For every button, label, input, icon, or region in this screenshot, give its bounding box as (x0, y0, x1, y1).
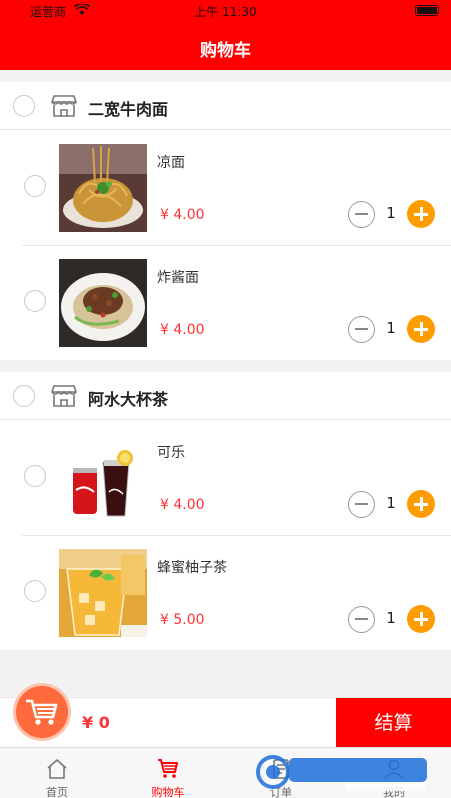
shop-card: 二宽牛肉面 凉面 ¥ 4.00 1 炸酱面 ¥ 4.00 1 (0, 82, 451, 360)
shop-select-radio[interactable] (13, 95, 35, 117)
nav-header: 运营商 上午 11:30 购物车 (0, 0, 451, 70)
tab-label: 购物车 (151, 786, 185, 798)
cart-item: 炸酱面 ¥ 4.00 1 (0, 245, 451, 360)
shop-name: 阿水大杯茶 (88, 390, 169, 409)
cart-icon (26, 699, 58, 725)
item-price: ¥ 4.00 (160, 322, 205, 338)
shop-select-radio[interactable] (13, 385, 35, 407)
battery-icon (415, 5, 439, 16)
watermark-logo (256, 755, 427, 791)
item-price: ¥ 4.00 (160, 207, 205, 223)
shop-header: 阿水大杯茶 (0, 372, 451, 420)
cart-float-button[interactable] (16, 686, 68, 738)
tab-label: 首页 (46, 786, 68, 798)
page-title: 购物车 (200, 41, 251, 61)
cart-item: 蜂蜜柚子茶 ¥ 5.00 1 (0, 535, 451, 650)
cart-icon (158, 759, 178, 778)
item-name: 蜂蜜柚子茶 (157, 560, 227, 576)
zhajiang-noodle-image (59, 259, 147, 347)
store-icon (51, 385, 77, 407)
decrease-qty-button[interactable] (348, 491, 375, 518)
shop-name: 二宽牛肉面 (88, 100, 169, 119)
item-price: ¥ 4.00 (160, 497, 205, 513)
cola-image (59, 434, 147, 522)
item-select-radio[interactable] (24, 465, 46, 487)
shop-card: 阿水大杯茶 可乐 ¥ 4.00 1 蜂蜜柚子茶 ¥ 5.00 1 (0, 372, 451, 650)
item-quantity: 1 (386, 494, 396, 512)
item-quantity: 1 (386, 204, 396, 222)
increase-qty-button[interactable] (407, 200, 435, 228)
cold-noodle-image (59, 144, 147, 232)
total-price: ¥ 0 (82, 713, 110, 732)
decrease-qty-button[interactable] (348, 201, 375, 228)
home-icon (47, 759, 67, 779)
cart-item: 可乐 ¥ 4.00 1 (0, 420, 451, 535)
cart-item: 凉面 ¥ 4.00 1 (0, 130, 451, 245)
increase-qty-button[interactable] (407, 315, 435, 343)
item-quantity: 1 (386, 319, 396, 337)
item-select-radio[interactable] (24, 175, 46, 197)
shop-header: 二宽牛肉面 (0, 82, 451, 130)
checkout-button[interactable]: 结算 (336, 698, 451, 748)
checkout-bar: ¥ 0 结算 (0, 697, 451, 748)
cart-screen: 运营商 上午 11:30 购物车 二宽牛肉面 凉面 ¥ 4.00 1 炸酱面 ¥… (0, 0, 451, 798)
tab-home[interactable]: 首页 (2, 748, 112, 798)
honey-citron-tea-image (59, 549, 147, 637)
store-icon (51, 95, 77, 117)
status-time: 上午 11:30 (194, 5, 257, 19)
item-name: 凉面 (157, 155, 185, 171)
item-price: ¥ 5.00 (160, 612, 205, 628)
item-select-radio[interactable] (24, 290, 46, 312)
tab-cart[interactable]: 购物车 (113, 748, 223, 798)
status-bar: 运营商 上午 11:30 (0, 0, 451, 22)
increase-qty-button[interactable] (407, 490, 435, 518)
item-select-radio[interactable] (24, 580, 46, 602)
decrease-qty-button[interactable] (348, 316, 375, 343)
item-name: 可乐 (157, 445, 185, 461)
increase-qty-button[interactable] (407, 605, 435, 633)
decrease-qty-button[interactable] (348, 606, 375, 633)
item-quantity: 1 (386, 609, 396, 627)
item-name: 炸酱面 (157, 270, 199, 286)
